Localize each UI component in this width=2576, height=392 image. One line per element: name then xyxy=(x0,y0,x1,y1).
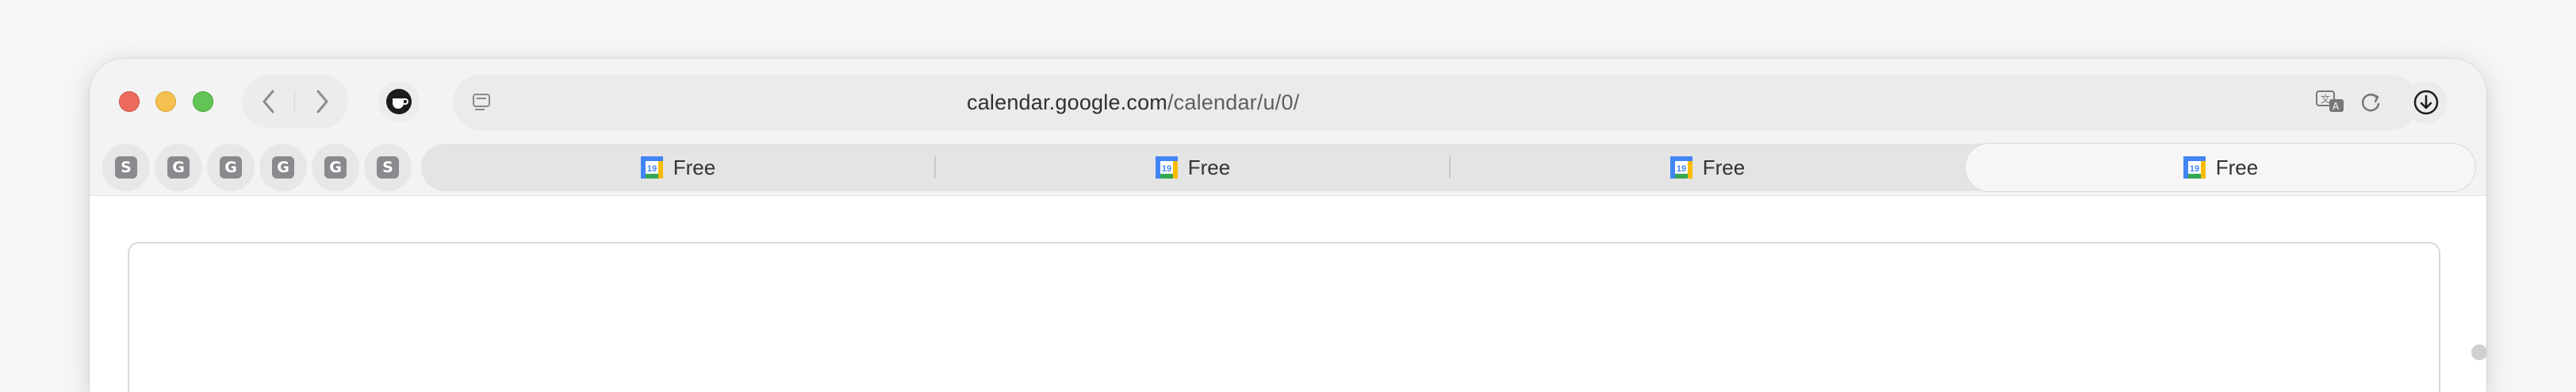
translate-icon[interactable]: 文 A xyxy=(2315,89,2347,116)
coffee-cup-icon xyxy=(386,89,412,114)
pinned-tab-favicon: G xyxy=(220,156,242,179)
google-calendar-icon: 19 xyxy=(1155,156,1178,179)
browser-tab[interactable]: 19 Free xyxy=(936,144,1449,191)
pinned-tab-favicon: S xyxy=(377,156,399,179)
pinned-tab-favicon: G xyxy=(167,156,190,179)
pinned-tab[interactable]: G xyxy=(259,144,307,191)
url-host: calendar.google.com xyxy=(967,90,1167,114)
browser-tab-active[interactable]: 19 Free xyxy=(1965,144,2475,191)
tab-bar: 19 Free 19 Free 19 Free 19 Free xyxy=(421,144,2475,191)
reader-view-icon[interactable] xyxy=(470,90,494,114)
address-bar[interactable]: calendar.google.com/calendar/u/0/ 文 A xyxy=(453,75,2418,130)
google-calendar-icon: 19 xyxy=(1669,156,1692,179)
pinned-tab[interactable]: G xyxy=(207,144,255,191)
google-calendar-icon: 19 xyxy=(640,156,663,179)
back-button[interactable] xyxy=(242,75,295,129)
svg-text:19: 19 xyxy=(1162,164,1171,174)
chevron-left-icon xyxy=(263,90,274,113)
svg-text:A: A xyxy=(2333,101,2340,112)
tab-title: Free xyxy=(2215,155,2259,179)
tab-title: Free xyxy=(673,155,716,179)
svg-text:19: 19 xyxy=(1677,164,1686,174)
window-resize-handle[interactable] xyxy=(2471,344,2487,360)
pinned-tab-favicon: G xyxy=(272,156,294,179)
content-panel xyxy=(128,242,2440,392)
pinned-tab[interactable]: S xyxy=(102,144,150,191)
google-calendar-icon: 19 xyxy=(2183,156,2206,179)
svg-text:19: 19 xyxy=(2190,164,2199,174)
pinned-tab-favicon: S xyxy=(115,156,137,179)
browser-tab[interactable]: 19 Free xyxy=(421,144,934,191)
reload-icon[interactable] xyxy=(2358,90,2383,115)
download-icon xyxy=(2413,90,2439,115)
navigation-controls xyxy=(242,75,348,129)
browser-window: calendar.google.com/calendar/u/0/ 文 A S … xyxy=(90,59,2486,392)
url-text[interactable]: calendar.google.com/calendar/u/0/ xyxy=(967,75,1299,130)
forward-button[interactable] xyxy=(295,75,348,129)
pinned-tab[interactable]: S xyxy=(364,144,412,191)
svg-text:文: 文 xyxy=(2321,93,2330,105)
pinned-tab[interactable]: G xyxy=(155,144,202,191)
downloads-button[interactable] xyxy=(2405,81,2448,124)
tab-title: Free xyxy=(1187,155,1231,179)
svg-text:19: 19 xyxy=(647,164,657,174)
chevron-right-icon xyxy=(316,90,328,113)
zoom-window-button[interactable] xyxy=(193,91,213,112)
close-window-button[interactable] xyxy=(119,91,140,112)
pinned-tab-favicon: G xyxy=(324,156,347,179)
browser-tab[interactable]: 19 Free xyxy=(1451,144,1964,191)
url-path: /calendar/u/0/ xyxy=(1167,90,1300,114)
pinned-tab[interactable]: G xyxy=(312,144,359,191)
toolbar: calendar.google.com/calendar/u/0/ 文 A S … xyxy=(90,59,2486,196)
extension-button[interactable] xyxy=(378,81,420,122)
minimize-window-button[interactable] xyxy=(155,91,176,112)
tab-title: Free xyxy=(1702,155,1746,179)
